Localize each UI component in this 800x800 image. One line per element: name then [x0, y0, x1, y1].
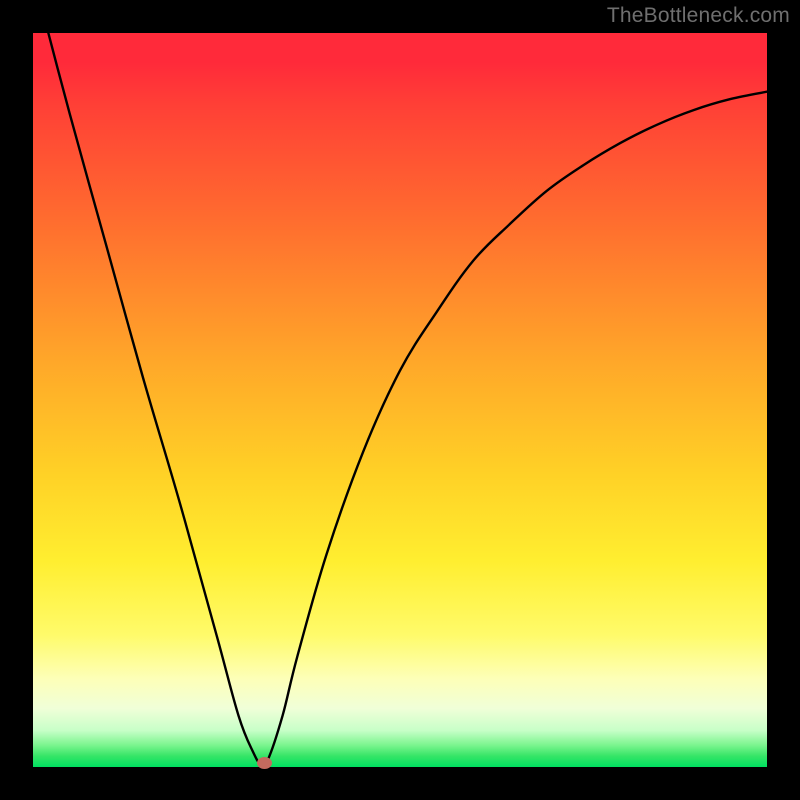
bottleneck-curve [33, 33, 767, 765]
watermark-text: TheBottleneck.com [607, 4, 790, 28]
plot-area [33, 33, 767, 767]
curve-svg [33, 33, 767, 767]
min-point-marker [257, 757, 272, 769]
outer-frame: TheBottleneck.com [0, 0, 800, 800]
